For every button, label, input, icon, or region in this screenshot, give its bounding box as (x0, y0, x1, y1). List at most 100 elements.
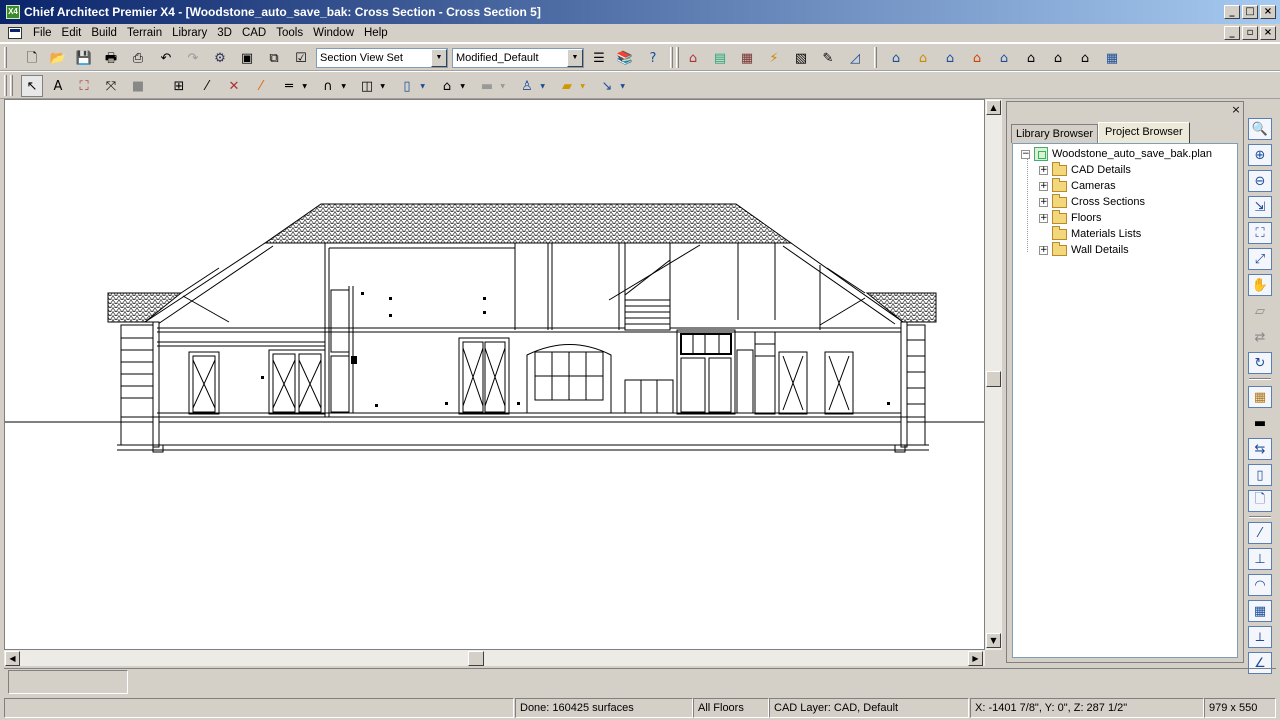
close-button[interactable]: × (1260, 5, 1276, 19)
zoom-out-icon[interactable]: ⊖ (1248, 170, 1272, 192)
camera-wireframe-icon[interactable]: ▦ (1101, 47, 1123, 69)
expand-icon[interactable]: + (1039, 165, 1048, 175)
wall-tool-icon[interactable]: ═ ▼ (278, 75, 307, 97)
door-tool-icon[interactable]: ▯ ▼ (396, 75, 425, 97)
doc-restore-button[interactable]: ▫ (1242, 26, 1258, 40)
stairs-tool-icon[interactable]: ∩ ▼ (317, 75, 346, 97)
select-label-icon[interactable]: A (47, 75, 69, 97)
edit-area-icon[interactable]: ⊞ (168, 75, 190, 97)
materials-icon[interactable]: ▧ (790, 47, 812, 69)
view-set-select[interactable]: Section View Set ▼ (316, 48, 448, 68)
vertical-scrollbar[interactable]: ▲ ▼ (985, 99, 1002, 650)
swap-icon[interactable]: ⇆ (1248, 438, 1272, 460)
snap-icon[interactable]: ⟂ (1248, 626, 1272, 648)
chevron-down-icon[interactable]: ▼ (431, 49, 447, 67)
print-icon[interactable]: 🖶 (100, 47, 122, 69)
scroll-left-icon[interactable]: ◀ (5, 651, 20, 666)
tab-project-browser[interactable]: Project Browser (1098, 122, 1190, 143)
panel-close-icon[interactable]: × (1230, 104, 1242, 116)
grid-icon[interactable]: ▦ (1248, 600, 1272, 622)
save-icon[interactable]: 💾 (73, 47, 95, 69)
expand-icon[interactable]: + (1039, 197, 1048, 207)
camera-overview-icon[interactable]: ⌂ (912, 47, 934, 69)
expand-icon[interactable]: + (1039, 213, 1048, 223)
cabinet-icon[interactable]: ▦ (736, 47, 758, 69)
camera-full-icon[interactable]: ⌂ (885, 47, 907, 69)
layer-set-select[interactable]: Modified_Default ▼ (452, 48, 584, 68)
menu-help[interactable]: Help (359, 26, 393, 40)
camera-elevation-icon[interactable]: ⌂ (1047, 47, 1069, 69)
zoom-icon[interactable]: 🔍 (1248, 118, 1272, 140)
dolly-icon[interactable]: ⇄ (1248, 326, 1272, 348)
help-icon[interactable]: ? (642, 47, 664, 69)
tree-item-cameras[interactable]: + Cameras (1039, 177, 1116, 194)
preferences-icon[interactable]: ⚙ (209, 47, 231, 69)
app-icon[interactable]: X4 (6, 5, 20, 19)
dimension-icon[interactable]: ◿ (844, 47, 866, 69)
doc-close-button[interactable]: × (1260, 26, 1276, 40)
maximize-button[interactable]: □ (1242, 5, 1258, 19)
scroll-down-icon[interactable]: ▼ (986, 633, 1001, 648)
chevron-down-icon[interactable]: ▼ (567, 49, 583, 67)
camera-physical-icon[interactable]: ⌂ (966, 47, 988, 69)
refresh-icon[interactable]: ↻ (1248, 352, 1272, 374)
cad-edit-icon[interactable]: ✎ (817, 47, 839, 69)
expand-icon[interactable]: + (1039, 181, 1048, 191)
minimize-button[interactable]: _ (1224, 5, 1240, 19)
menu-library[interactable]: Library (167, 26, 212, 40)
electrical-icon[interactable]: ⚡ (763, 47, 785, 69)
doc-minimize-button[interactable]: _ (1224, 26, 1240, 40)
divider-tool-icon[interactable]: ▬ (1248, 412, 1272, 434)
horizontal-scrollbar[interactable]: ◀ ▶ (4, 650, 985, 666)
text-tool-icon[interactable]: ↘ ▼ (596, 75, 625, 97)
horizontal-scroll-thumb[interactable] (468, 651, 484, 666)
toolbar-grip[interactable] (874, 47, 877, 68)
menu-edit[interactable]: Edit (57, 26, 87, 40)
open-object-icon[interactable]: 🗋 (1248, 490, 1272, 512)
menu-build[interactable]: Build (86, 26, 122, 40)
menu-tools[interactable]: Tools (271, 26, 308, 40)
toolbar-grip[interactable] (4, 47, 7, 68)
collapse-icon[interactable]: − (1021, 149, 1030, 159)
fixture-tool-icon[interactable]: ♙ ▼ (516, 75, 545, 97)
select-objects-icon[interactable]: ↖ (21, 75, 43, 97)
cabinet-tool-icon[interactable]: ◫ ▼ (356, 75, 385, 97)
tree-item-cross-sections[interactable]: + Cross Sections (1039, 193, 1145, 210)
select-object-type-icon[interactable]: ⛶ (73, 75, 95, 97)
floor-plan-icon[interactable]: ⌂ (682, 47, 704, 69)
delete-surface-icon[interactable]: ✕ (223, 75, 245, 97)
tree-root[interactable]: − Woodstone_auto_save_bak.plan (1021, 146, 1212, 162)
line-tool-icon[interactable]: ⁄ (1248, 522, 1272, 544)
layer-display-icon[interactable]: ⧉ (263, 47, 285, 69)
fill-color-icon[interactable]: ■ (127, 75, 149, 97)
align-icon[interactable]: ⊥ (1248, 548, 1272, 570)
redo-icon[interactable]: ↷ (182, 47, 204, 69)
menu-window[interactable]: Window (308, 26, 359, 40)
scroll-up-icon[interactable]: ▲ (986, 100, 1001, 115)
fill-window-building-icon[interactable]: ⤢ (1248, 248, 1272, 270)
eyedropper-icon[interactable]: ⁄ (196, 75, 218, 97)
toolbar-grip[interactable] (676, 47, 679, 68)
toolbar-grip[interactable] (10, 75, 13, 96)
expand-icon[interactable]: + (1039, 245, 1048, 255)
library-items-icon[interactable]: ▦ (1248, 386, 1272, 408)
terrain-icon[interactable]: ▤ (709, 47, 731, 69)
undo-zoom-icon[interactable]: ⇲ (1248, 196, 1272, 218)
print-preview-icon[interactable]: ⎙ (127, 47, 149, 69)
tab-library-browser[interactable]: Library Browser (1011, 124, 1099, 143)
input-field[interactable] (8, 670, 128, 694)
tree-item-cad-details[interactable]: + CAD Details (1039, 161, 1131, 178)
library-icon[interactable]: 📚 (614, 47, 636, 69)
dimension-tool-icon[interactable]: ▰ ▼ (556, 75, 585, 97)
menu-terrain[interactable]: Terrain (122, 26, 167, 40)
page-icon[interactable]: ▯ (1248, 464, 1272, 486)
zoom-in-icon[interactable]: ⊕ (1248, 144, 1272, 166)
menu-cad[interactable]: CAD (237, 26, 271, 40)
plan-check-icon[interactable]: ▣ (236, 47, 258, 69)
camera-watercolor-icon[interactable]: ⌂ (1020, 47, 1042, 69)
roof-tool-icon[interactable]: ⌂ ▼ (436, 75, 465, 97)
tree-item-materials-lists[interactable]: Materials Lists (1039, 225, 1141, 242)
arc-tool-icon[interactable]: ◠ (1248, 574, 1272, 596)
scroll-right-icon[interactable]: ▶ (968, 651, 983, 666)
tree-item-wall-details[interactable]: + Wall Details (1039, 241, 1129, 258)
